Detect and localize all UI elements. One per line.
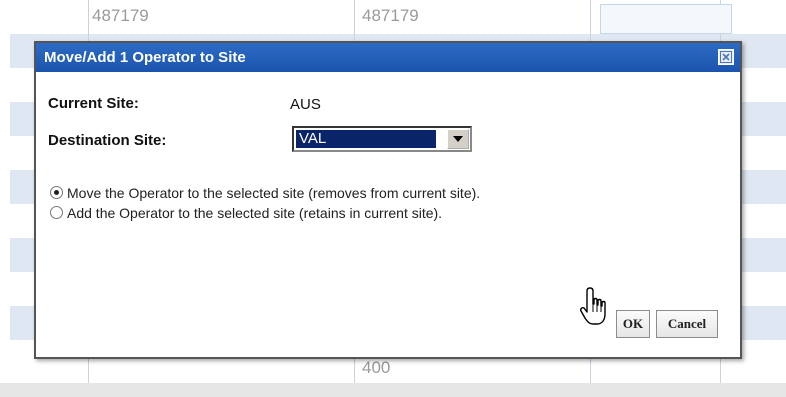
radio-move-label: Move the Operator to the selected site (… <box>67 185 481 201</box>
table-cell: 400 <box>362 358 391 377</box>
radio-add-button[interactable] <box>50 206 63 219</box>
move-add-operator-dialog: Move/Add 1 Operator to Site Current Site… <box>34 41 742 359</box>
horizontal-scrollbar[interactable] <box>0 383 786 397</box>
destination-site-label: Destination Site: <box>48 132 167 149</box>
current-site-value: AUS <box>290 96 321 113</box>
dialog-title: Move/Add 1 Operator to Site <box>44 49 246 66</box>
radio-move-button[interactable] <box>50 186 63 199</box>
close-icon[interactable] <box>718 49 734 65</box>
cancel-button[interactable]: Cancel <box>656 310 718 338</box>
ok-button[interactable]: OK <box>616 310 650 338</box>
dialog-titlebar[interactable]: Move/Add 1 Operator to Site <box>36 43 740 72</box>
table-cell: 487179 <box>362 6 419 25</box>
table-cell-highlight <box>600 4 732 34</box>
destination-site-select[interactable]: VAL <box>292 126 472 152</box>
destination-site-selected-value: VAL <box>296 130 436 148</box>
radio-add-label: Add the Operator to the selected site (r… <box>67 205 443 221</box>
radio-move-option[interactable]: Move the Operator to the selected site (… <box>50 185 480 201</box>
chevron-down-icon[interactable] <box>447 129 469 149</box>
radio-add-option[interactable]: Add the Operator to the selected site (r… <box>50 205 442 221</box>
current-site-label: Current Site: <box>48 95 139 112</box>
table-cell: 487179 <box>92 6 149 25</box>
hand-pointer-icon <box>578 286 618 330</box>
